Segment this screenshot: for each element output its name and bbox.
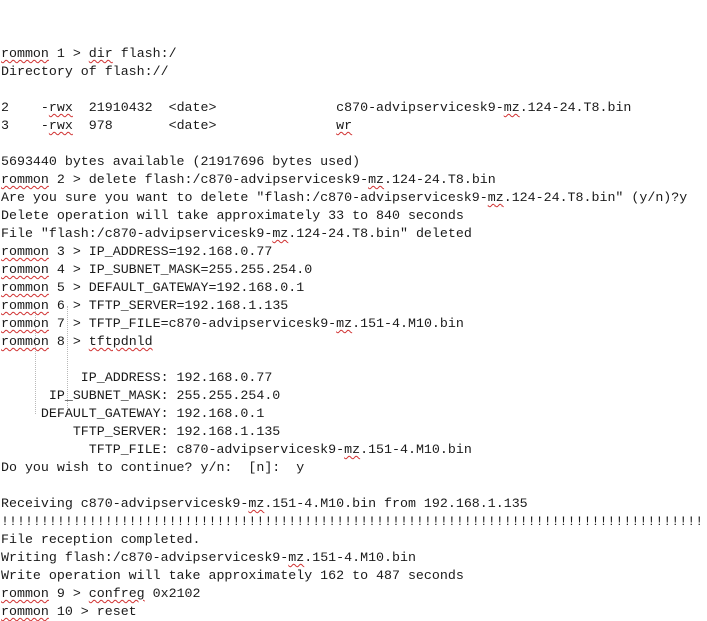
line-text: 3 - bbox=[1, 118, 49, 133]
transcript-line: rommon 3 > IP_ADDRESS=192.168.0.77 bbox=[1, 243, 707, 261]
line-text: Writing flash:/c870-advipservicesk9- bbox=[1, 550, 289, 565]
line-text: .151-4.M10.bin bbox=[352, 316, 464, 331]
transcript-line: rommon 8 > tftpdnld bbox=[1, 333, 707, 351]
transcript-line: Are you sure you want to delete "flash:/… bbox=[1, 189, 707, 207]
transcript-line: TFTP_FILE: c870-advipservicesk9-mz.151-4… bbox=[1, 441, 707, 459]
line-text: 2 - bbox=[1, 100, 49, 115]
transcript-line bbox=[1, 477, 707, 495]
spellcheck-flagged-word: mz bbox=[368, 172, 385, 187]
transcript-line: rommon 4 > IP_SUBNET_MASK=255.255.254.0 bbox=[1, 261, 707, 279]
spellcheck-flagged-word: rommon bbox=[1, 244, 49, 259]
spellcheck-flagged-word: mz bbox=[272, 226, 289, 241]
transcript-line: Directory of flash:// bbox=[1, 63, 707, 81]
transcript-line: 5693440 bytes available (21917696 bytes … bbox=[1, 153, 707, 171]
spellcheck-flagged-word: rommon bbox=[1, 172, 49, 187]
line-text: 9 > bbox=[48, 586, 89, 601]
line-text: 4 > IP_SUBNET_MASK=255.255.254.0 bbox=[48, 262, 313, 277]
transcript-line: Write operation will take approximately … bbox=[1, 567, 707, 585]
transcript-line: rommon 6 > TFTP_SERVER=192.168.1.135 bbox=[1, 297, 707, 315]
spellcheck-flagged-word: confreg bbox=[88, 586, 145, 601]
line-text: .151-4.M10.bin from 192.168.1.135 bbox=[264, 496, 528, 511]
line-text: .124-24.T8.bin bbox=[519, 100, 632, 115]
transcript-line: rommon 2 > delete flash:/c870-advipservi… bbox=[1, 171, 707, 189]
line-text: IP_ADDRESS: 192.168.0.77 bbox=[1, 370, 273, 385]
spellcheck-flagged-word: wr bbox=[336, 118, 353, 133]
line-text: 7 > TFTP_FILE=c870-advipservicesk9- bbox=[48, 316, 337, 331]
line-text: 2 > delete flash:/c870-advipservicesk9- bbox=[48, 172, 369, 187]
transcript-line: Do you wish to continue? y/n: [n]: y bbox=[1, 459, 707, 477]
line-text: 978 <date> bbox=[72, 118, 337, 133]
transcript-line: TFTP_SERVER: 192.168.1.135 bbox=[1, 423, 707, 441]
transcript-line: File reception completed. bbox=[1, 531, 707, 549]
spellcheck-flagged-word: rommon bbox=[1, 262, 49, 277]
spellcheck-flagged-word: rommon bbox=[1, 280, 49, 295]
line-text: !!!!!!!!!!!!!!!!!!!!!!!!!!!!!!!!!!!!!!!!… bbox=[1, 514, 704, 529]
spellcheck-flagged-word: rommon bbox=[1, 334, 49, 349]
spellcheck-flagged-word: tftpdnld bbox=[88, 334, 153, 349]
line-text: File reception completed. bbox=[1, 532, 201, 547]
line-text: flash:/ bbox=[112, 46, 177, 61]
spellcheck-flagged-word: mz bbox=[487, 190, 504, 205]
line-text: File "flash:/c870-advipservicesk9- bbox=[1, 226, 273, 241]
spellcheck-flagged-word: rommon bbox=[1, 604, 49, 619]
spellcheck-flagged-word: rommon bbox=[1, 298, 49, 313]
line-text: Are you sure you want to delete "flash:/… bbox=[1, 190, 488, 205]
spellcheck-flagged-word: dir bbox=[88, 46, 113, 61]
line-text: .124-24.T8.bin" (y/n)?y bbox=[503, 190, 688, 205]
line-text: .151-4.M10.bin bbox=[304, 550, 416, 565]
line-text: IP_SUBNET_MASK: 255.255.254.0 bbox=[1, 388, 281, 403]
spellcheck-flagged-word: mz bbox=[503, 100, 520, 115]
line-text: .124-24.T8.bin" deleted bbox=[288, 226, 472, 241]
spellcheck-flagged-word: mz bbox=[336, 316, 353, 331]
spellcheck-flagged-word: rwx bbox=[48, 100, 73, 115]
transcript-line: rommon 9 > confreg 0x2102 bbox=[1, 585, 707, 603]
line-text: 1 > bbox=[48, 46, 89, 61]
console-transcript: rommon 1 > dir flash:/Directory of flash… bbox=[1, 0, 707, 621]
line-text: .124-24.T8.bin bbox=[384, 172, 496, 187]
line-text: .151-4.M10.bin bbox=[360, 442, 472, 457]
line-text: Write operation will take approximately … bbox=[1, 568, 464, 583]
spellcheck-flagged-word: rommon bbox=[1, 586, 49, 601]
transcript-line: File "flash:/c870-advipservicesk9-mz.124… bbox=[1, 225, 707, 243]
line-text: Delete operation will take approximately… bbox=[1, 208, 464, 223]
line-text: Receiving c870-advipservicesk9- bbox=[1, 496, 249, 511]
transcript-line: 2 -rwx 21910432 <date> c870-advipservice… bbox=[1, 99, 707, 117]
line-text: TFTP_FILE: c870-advipservicesk9- bbox=[1, 442, 345, 457]
line-text: 8 > bbox=[48, 334, 89, 349]
transcript-line: rommon 1 > dir flash:/ bbox=[1, 45, 707, 63]
line-text: DEFAULT_GATEWAY: 192.168.0.1 bbox=[1, 406, 265, 421]
transcript-line: 3 -rwx 978 <date> wr bbox=[1, 117, 707, 135]
spellcheck-flagged-word: mz bbox=[288, 550, 305, 565]
spellcheck-flagged-word: mz bbox=[344, 442, 361, 457]
line-text: 21910432 <date> c870-advipservicesk9- bbox=[72, 100, 504, 115]
line-text: 3 > IP_ADDRESS=192.168.0.77 bbox=[48, 244, 273, 259]
line-text: Do you wish to continue? y/n: [n]: y bbox=[1, 460, 305, 475]
transcript-line: rommon 5 > DEFAULT_GATEWAY=192.168.0.1 bbox=[1, 279, 707, 297]
transcript-line: Receiving c870-advipservicesk9-mz.151-4.… bbox=[1, 495, 707, 513]
spellcheck-flagged-word: rommon bbox=[1, 46, 49, 61]
transcript-line: DEFAULT_GATEWAY: 192.168.0.1 bbox=[1, 405, 707, 423]
transcript-line: Delete operation will take approximately… bbox=[1, 207, 707, 225]
transcript-line bbox=[1, 351, 707, 369]
spellcheck-flagged-word: rommon bbox=[1, 316, 49, 331]
line-text: 5693440 bytes available (21917696 bytes … bbox=[1, 154, 361, 169]
spellcheck-flagged-word: rwx bbox=[48, 118, 73, 133]
transcript-line bbox=[1, 135, 707, 153]
transcript-line: Writing flash:/c870-advipservicesk9-mz.1… bbox=[1, 549, 707, 567]
line-text: 5 > DEFAULT_GATEWAY=192.168.0.1 bbox=[48, 280, 305, 295]
line-text: 6 > TFTP_SERVER=192.168.1.135 bbox=[48, 298, 289, 313]
line-text: 0x2102 bbox=[144, 586, 201, 601]
transcript-line bbox=[1, 81, 707, 99]
line-text: TFTP_SERVER: 192.168.1.135 bbox=[1, 424, 281, 439]
spellcheck-flagged-word: mz bbox=[248, 496, 265, 511]
transcript-line: IP_ADDRESS: 192.168.0.77 bbox=[1, 369, 707, 387]
transcript-line: rommon 10 > reset bbox=[1, 603, 707, 621]
line-text: 10 > reset bbox=[48, 604, 137, 619]
line-text: Directory of flash:// bbox=[1, 64, 169, 79]
transcript-line: IP_SUBNET_MASK: 255.255.254.0 bbox=[1, 387, 707, 405]
transcript-line: !!!!!!!!!!!!!!!!!!!!!!!!!!!!!!!!!!!!!!!!… bbox=[1, 513, 707, 531]
transcript-line: rommon 7 > TFTP_FILE=c870-advipservicesk… bbox=[1, 315, 707, 333]
